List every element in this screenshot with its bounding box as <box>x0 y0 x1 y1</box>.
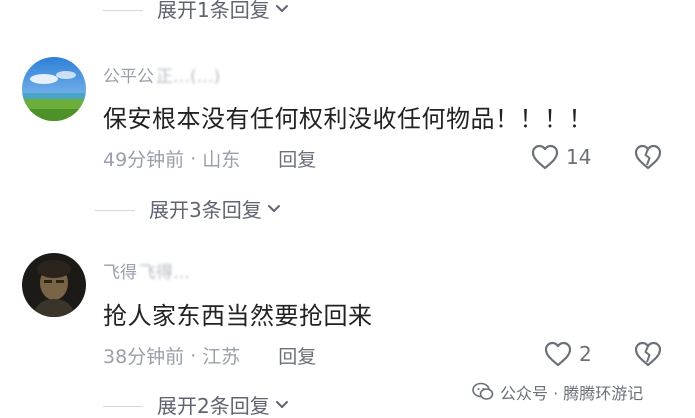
broken-heart-icon <box>634 341 662 367</box>
watermark: 公众号 · 腾腾环游记 <box>472 380 643 404</box>
heart-icon <box>544 341 572 367</box>
comment-section: 展开1条回复 公平公 正…(…) 保安根本没有任何权利没收任何物品！！！！ 49… <box>0 0 695 418</box>
comment-text: 保安根本没有任何权利没收任何物品！！！！ <box>103 105 593 133</box>
expand-replies[interactable]: 展开2条回复 <box>103 396 290 416</box>
divider <box>103 9 143 11</box>
username-blurred: 正…(…) <box>156 67 221 87</box>
expand-replies-label: 展开1条回复 <box>157 0 270 22</box>
username[interactable]: 飞得 飞得… <box>103 258 190 283</box>
like-button[interactable]: 2 <box>543 340 592 368</box>
expand-replies-label: 展开3条回复 <box>149 198 262 222</box>
meta-separator: · <box>190 344 197 367</box>
expand-replies-top[interactable]: 展开1条回复 <box>103 0 290 20</box>
divider <box>103 405 143 407</box>
heart-icon <box>531 144 559 170</box>
expand-replies-label: 展开2条回复 <box>157 394 270 418</box>
watermark-text: 公众号 · 腾腾环游记 <box>500 384 644 403</box>
comment-location: 山东 <box>202 149 241 171</box>
dislike-button[interactable] <box>633 340 663 372</box>
dislike-button[interactable] <box>633 143 663 175</box>
username-blurred: 飞得… <box>139 263 190 283</box>
chevron-down-icon <box>274 0 290 20</box>
like-count: 2 <box>579 342 592 366</box>
comment-time: 38分钟前 <box>103 346 185 368</box>
avatar[interactable] <box>22 253 86 317</box>
comment-time: 49分钟前 <box>103 149 185 171</box>
comment-meta: 38分钟前 · 江苏 回复 <box>103 342 316 369</box>
avatar[interactable] <box>22 57 86 121</box>
broken-heart-icon <box>634 144 662 170</box>
reply-button[interactable]: 回复 <box>278 342 316 369</box>
expand-replies[interactable]: 展开3条回复 <box>95 200 282 220</box>
wechat-icon <box>472 382 494 400</box>
like-count: 14 <box>566 145 592 169</box>
comment-text: 抢人家东西当然要抢回来 <box>103 302 373 330</box>
divider <box>95 209 135 211</box>
comment-location: 江苏 <box>202 346 241 368</box>
chevron-down-icon <box>274 396 290 416</box>
meta-separator: · <box>190 147 197 170</box>
like-button[interactable]: 14 <box>530 143 591 171</box>
comment-meta: 49分钟前 · 山东 回复 <box>103 145 316 172</box>
username[interactable]: 公平公 正…(…) <box>103 62 220 87</box>
chevron-down-icon <box>266 200 282 220</box>
reply-button[interactable]: 回复 <box>278 145 316 172</box>
